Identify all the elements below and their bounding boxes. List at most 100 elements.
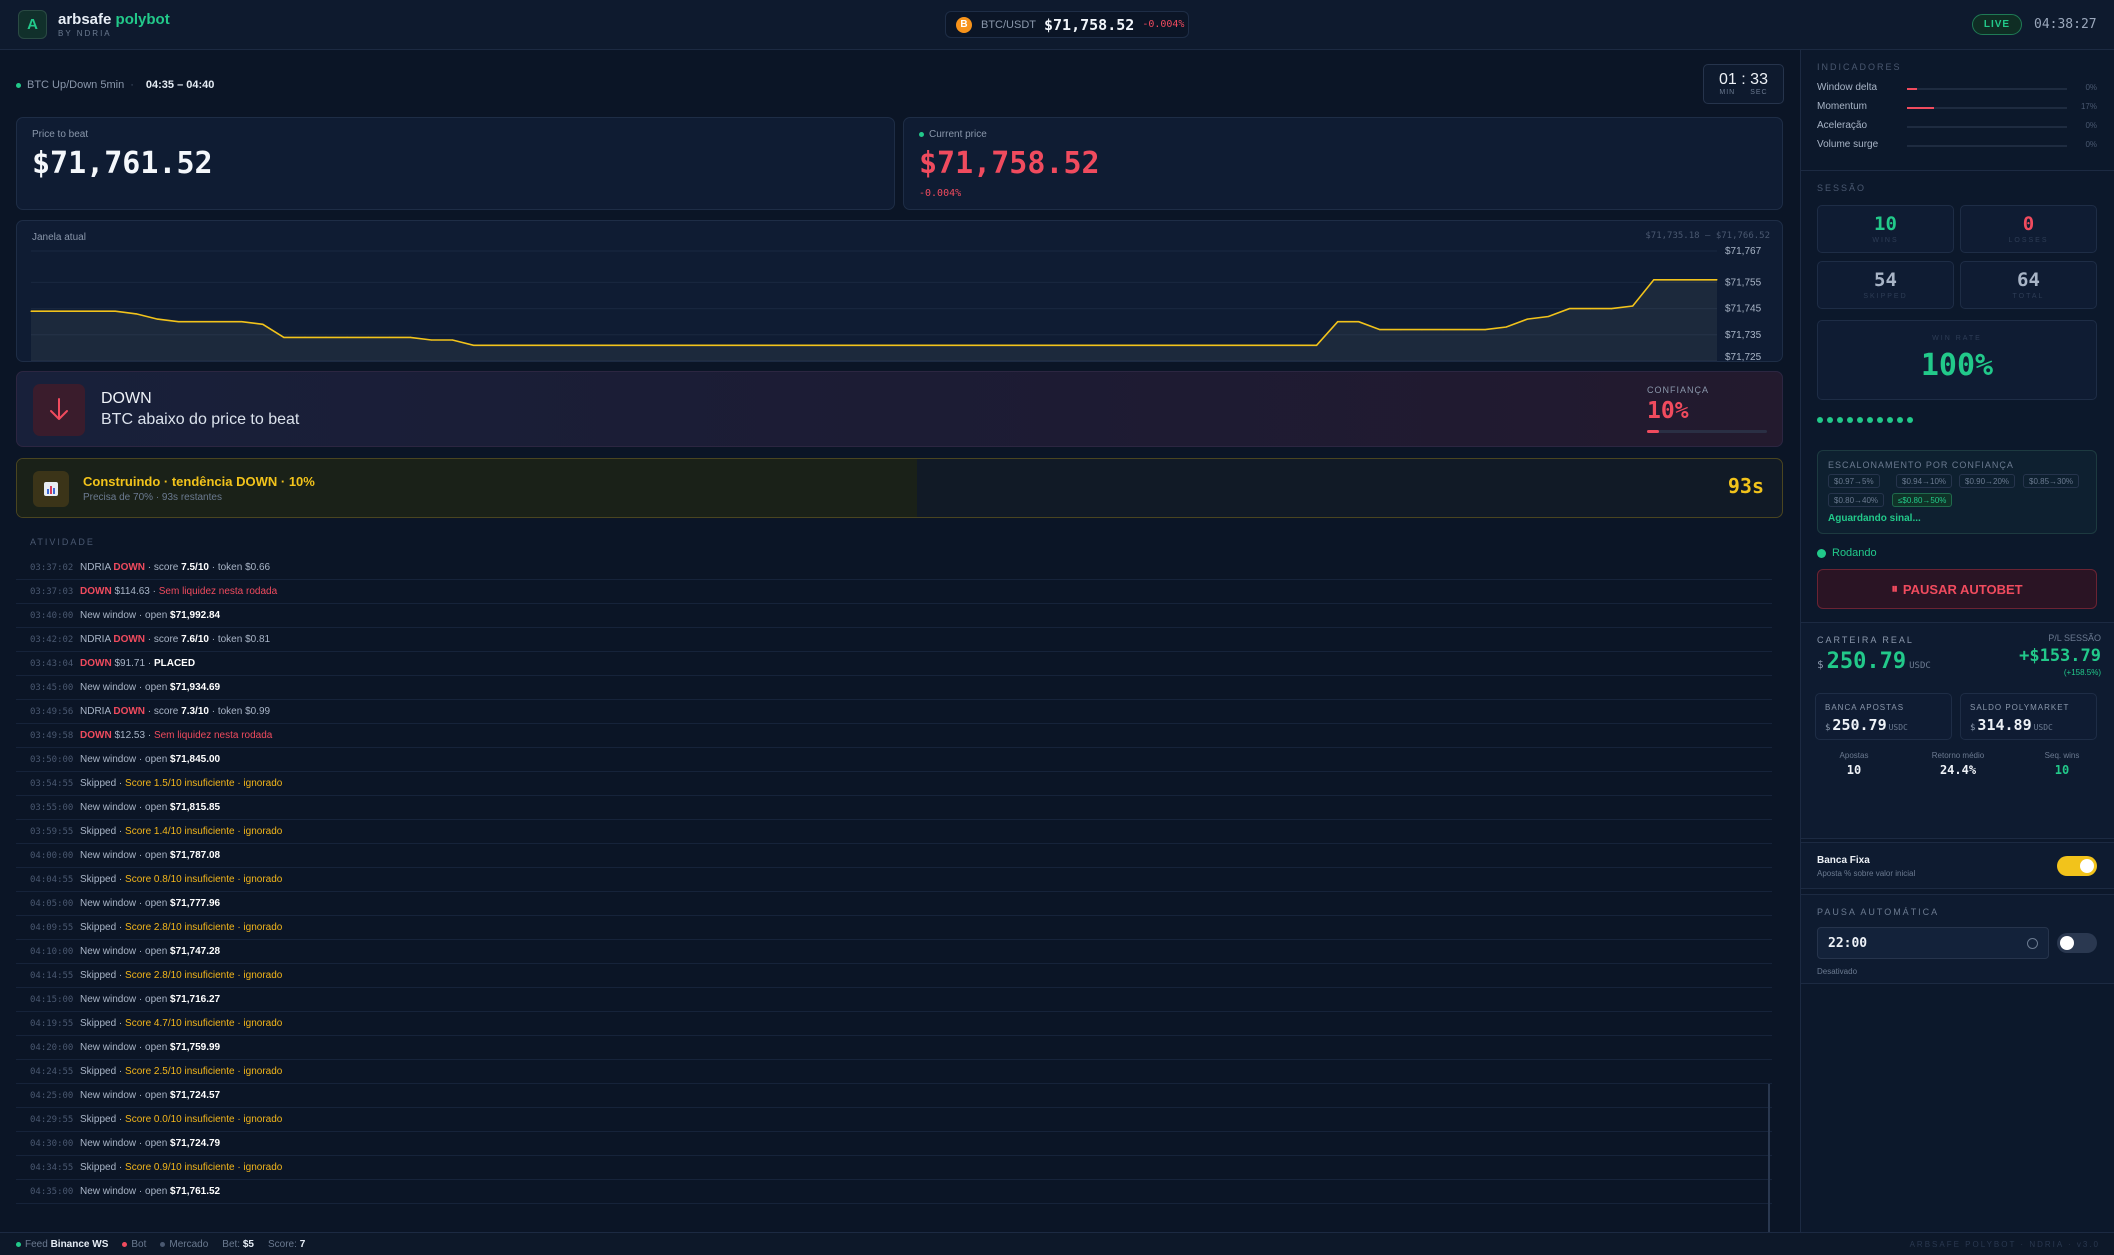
chart-point <box>367 336 369 338</box>
chart-point <box>1105 344 1107 346</box>
chart-point <box>388 336 390 338</box>
wins-label: WINS <box>1872 237 1899 244</box>
activity-text: NDRIA <box>80 562 114 573</box>
activity-row: 03:37:03 DOWN $114.63 · Sem liquidez nest… <box>16 580 1772 604</box>
chart-point <box>30 310 32 312</box>
chart-point <box>1210 344 1212 346</box>
activity-row: 03:40:00 New window · open $71,992.84 <box>16 604 1772 628</box>
activity-text: $71,992.84 <box>170 610 221 621</box>
signal-description: BTC abaixo do price to beat <box>101 411 300 428</box>
arrow-down-icon <box>33 384 85 436</box>
scaling-chip: $0.80→40% <box>1828 493 1885 507</box>
activity-text: DOWN <box>80 586 112 597</box>
activity-row: 03:55:00 New window · open $71,815.85 <box>16 796 1772 820</box>
scaling-status: Aguardando sinal... <box>1828 513 1921 524</box>
chart-point <box>1716 279 1718 281</box>
activity-scrollbar[interactable] <box>1768 1084 1770 1255</box>
win-dot <box>1897 417 1903 423</box>
win-rate-label: WIN RATE <box>1932 335 1982 342</box>
seq-wins-value: 10 <box>2054 763 2070 777</box>
chart-point <box>199 321 201 323</box>
activity-text: 7.5/10 <box>181 562 209 573</box>
score-value: 7 <box>299 1238 306 1250</box>
bot-dot-icon <box>122 1241 128 1247</box>
timer-sec: 33 <box>1750 71 1768 88</box>
activity-text: · score <box>145 706 182 717</box>
session-heading: SESSÃO <box>1817 183 1867 193</box>
chart-point <box>1273 344 1275 346</box>
build-status-card: Construindo · tendência DOWN · 10% Preci… <box>16 458 1783 518</box>
banca-fixa-toggle[interactable] <box>2057 856 2097 876</box>
activity-list[interactable]: 03:37:02 NDRIA DOWN · score 7.5/10 · toke… <box>16 555 1772 1255</box>
seq-wins-stat: Seq. wins 10 <box>2017 751 2107 777</box>
build-title: Construindo · tendência DOWN · 10% <box>83 474 315 489</box>
activity-timestamp: 03:45:00 <box>30 682 74 693</box>
chart-point <box>746 344 749 346</box>
activity-text: $12.53 · <box>111 730 154 741</box>
saldo-unit: USDC <box>2033 723 2053 732</box>
activity-text: 7.3/10 <box>181 706 209 717</box>
activity-row: 03:59:55 Skipped · Score 1.4/10 insuficie… <box>16 820 1772 844</box>
activity-text: New window · open <box>80 994 171 1005</box>
chart-point <box>283 336 285 338</box>
chart-point <box>1337 321 1339 323</box>
ticker-pair: BTC/USDT <box>981 18 1036 31</box>
indicator-percent: 0% <box>2085 140 2097 149</box>
win-dot <box>1887 417 1893 423</box>
banca-apostas-card: BANCA APOSTAS $250.79 USDC <box>1815 693 1952 740</box>
chart-point <box>957 344 959 346</box>
chart-point <box>1084 344 1086 346</box>
confidence-scaling-panel: ESCALONAMENTO POR CONFIANÇA $0.97→5% $0.… <box>1817 450 2097 534</box>
activity-timestamp: 04:15:00 <box>30 994 74 1005</box>
bot-label: Bot <box>131 1238 147 1250</box>
footer-feed: Feed Binance WS <box>16 1239 108 1250</box>
chart-point <box>662 344 664 346</box>
activity-text: DOWN <box>113 706 146 717</box>
pause-autobet-button[interactable]: ⏸ PAUSAR AUTOBET <box>1817 569 2097 609</box>
current-price-change: -0.004% <box>919 188 962 199</box>
current-price-card: Current price $71,758.52 -0.004% <box>903 117 1783 210</box>
activity-text: New window · open <box>80 754 171 765</box>
skipped-value: 54 <box>1874 269 1897 291</box>
current-price-label-text: Current price <box>929 129 987 140</box>
pause-autobet-label: PAUSAR AUTOBET <box>1902 581 2023 597</box>
scaling-chip: $0.90→20% <box>1959 474 2016 488</box>
chart-point <box>114 310 116 312</box>
stat-total: 64 TOTAL <box>1960 261 2097 309</box>
activity-text: New window · open <box>80 1042 171 1053</box>
indicator-percent: 0% <box>2085 121 2097 130</box>
auto-pause-time-input[interactable]: 22:00 <box>1817 927 2049 959</box>
activity-text: Skipped · <box>80 1162 126 1173</box>
activity-row: 04:04:55 Skipped · Score 0.8/10 insuficie… <box>16 868 1772 892</box>
auto-pause-toggle[interactable] <box>2057 933 2097 953</box>
indicator-name: Aceleração <box>1817 120 1868 131</box>
chart-point <box>578 344 580 346</box>
signal-card: DOWN BTC abaixo do price to beat CONFIAN… <box>16 371 1783 447</box>
saldo-polymarket-amount: 314.89 <box>1977 716 2032 734</box>
seq-wins-label: Seq. wins <box>2044 751 2080 760</box>
activity-text: New window · open <box>80 1138 171 1149</box>
scaling-chip: $0.94→10% <box>1896 474 1953 488</box>
activity-text: $71,777.96 <box>170 898 221 909</box>
activity-row: 04:10:00 New window · open $71,747.28 <box>16 940 1772 964</box>
stat-wins: 10 WINS <box>1817 205 1954 253</box>
activity-text: Score 1.4/10 insuficiente · ignorado <box>125 826 283 837</box>
indicator-fill <box>1907 88 1917 90</box>
wallet-panel: CARTEIRA REAL $250.79 USDC P/L SESSÃO +$1… <box>1801 622 2114 839</box>
chart-point <box>1400 329 1402 331</box>
pl-label: P/L SESSÃO <box>2048 633 2101 643</box>
activity-text: $71,815.85 <box>170 802 221 813</box>
win-dot <box>1857 417 1863 423</box>
brand-name: arbsafe polybot <box>58 11 170 28</box>
chart-point <box>51 310 53 312</box>
activity-text: Sem liquidez nesta rodada <box>153 730 273 741</box>
activity-text: Score 2.8/10 insuficiente · ignorado <box>125 970 283 981</box>
pause-icon: ⏸ <box>1891 581 1898 596</box>
losses-label: LOSSES <box>2008 237 2049 244</box>
indicators-heading: INDICADORES <box>1817 62 1902 72</box>
retorno-value: 24.4% <box>1939 763 1977 777</box>
autobet-status-text: Rodando <box>1832 547 1877 559</box>
activity-text: DOWN <box>80 730 112 741</box>
indicator-track <box>1907 107 2067 109</box>
pl-value: +$153.79 <box>2019 646 2101 666</box>
